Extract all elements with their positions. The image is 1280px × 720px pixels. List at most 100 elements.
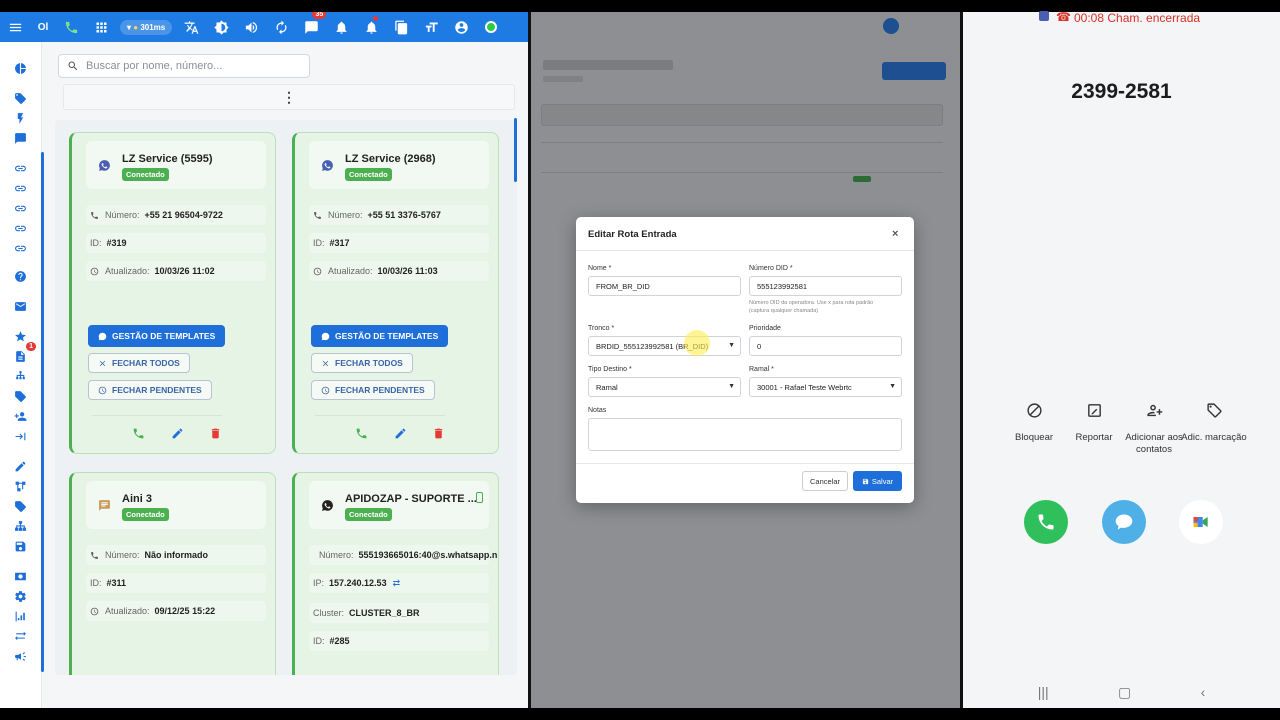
apps-grid-icon[interactable]: [86, 12, 116, 42]
chevron-down-icon: ▼: [728, 342, 735, 349]
phone-icon[interactable]: [56, 12, 86, 42]
connections-grid: LZ Service (5595) Conectado Número: +55 2…: [55, 120, 517, 675]
left-app: Ol ▾ ● 301ms 35 1 Buscar por nome, númer…: [0, 12, 528, 708]
templates-button[interactable]: GESTÃO DE TEMPLATES: [311, 325, 449, 347]
delete-icon[interactable]: [432, 427, 445, 440]
add-contact-icon: [1146, 404, 1162, 417]
search-input[interactable]: Buscar por nome, número...: [86, 60, 222, 72]
call-icon[interactable]: [132, 427, 145, 440]
link-icon[interactable]: [12, 200, 28, 216]
clock-icon: [98, 386, 107, 394]
volume-icon[interactable]: [236, 12, 266, 42]
prioridade-field[interactable]: 0: [749, 336, 902, 356]
mail-icon[interactable]: [12, 298, 28, 314]
tag-icon[interactable]: [12, 90, 28, 106]
home-icon[interactable]: ▢: [1118, 684, 1131, 701]
message-icon[interactable]: [12, 130, 28, 146]
theme-icon[interactable]: [206, 12, 236, 42]
link-icon[interactable]: [12, 220, 28, 236]
tipo-label: Tipo Destino *: [588, 366, 632, 373]
number-row: Número: +55 21 96504-9722: [86, 205, 266, 225]
call-icon[interactable]: [355, 427, 368, 440]
link-icon[interactable]: [12, 240, 28, 256]
connection-card: Aini 3 Conectado Número: Não informado ID…: [69, 472, 276, 675]
online-status-icon[interactable]: [476, 12, 506, 42]
document-icon[interactable]: 1: [12, 342, 36, 364]
close-all-button[interactable]: FECHAR TODOS: [311, 353, 413, 373]
merge-icon[interactable]: [12, 428, 28, 444]
swap-icon[interactable]: [12, 628, 28, 644]
clock-icon: [313, 267, 322, 275]
tronco-select[interactable]: BRDID_555123992581 (BR_DID) ▼: [588, 336, 741, 356]
copy-icon[interactable]: [386, 12, 416, 42]
phone-icon: [314, 211, 321, 219]
tag-icon[interactable]: [12, 388, 28, 404]
sitemap-icon[interactable]: [12, 518, 28, 534]
clock-icon: [90, 267, 99, 275]
phone-icon: [91, 551, 98, 559]
message-icon: [1115, 514, 1133, 530]
bell-icon[interactable]: [326, 12, 356, 42]
account-icon[interactable]: [446, 12, 476, 42]
id-row: ID: #319: [86, 233, 266, 253]
close-pending-button[interactable]: FECHAR PENDENTES: [311, 380, 435, 400]
search-box[interactable]: Buscar por nome, número...: [58, 54, 310, 78]
ip-row: IP: 157.240.12.53 ⇄: [309, 573, 489, 593]
templates-button[interactable]: GESTÃO DE TEMPLATES: [88, 325, 226, 347]
tag-icon[interactable]: [12, 498, 28, 514]
link-icon[interactable]: [12, 180, 28, 196]
add-tag-button[interactable]: Adic. marcação: [1179, 402, 1249, 444]
add-user-icon[interactable]: [12, 408, 28, 424]
call-button[interactable]: [1024, 500, 1068, 544]
did-field[interactable]: 555123992581: [749, 276, 902, 296]
edit-route-modal: Editar Rota Entrada × Nome * FROM_BR_DID…: [576, 217, 914, 503]
org-chart-icon[interactable]: [12, 368, 28, 384]
help-icon[interactable]: [12, 268, 28, 284]
cancel-button[interactable]: Cancelar: [802, 471, 848, 491]
text-size-icon[interactable]: [416, 12, 446, 42]
edit-icon[interactable]: [394, 427, 407, 440]
save-button[interactable]: Salvar: [853, 471, 902, 491]
bar-chart-icon[interactable]: [12, 608, 28, 624]
megaphone-icon[interactable]: [12, 648, 28, 664]
refresh-icon[interactable]: [266, 12, 296, 42]
close-all-button[interactable]: FECHAR TODOS: [88, 353, 190, 373]
flow-icon[interactable]: [12, 478, 28, 494]
nome-field[interactable]: FROM_BR_DID: [588, 276, 741, 296]
bolt-icon[interactable]: [12, 110, 28, 126]
phone-screen: ☎ 00:08 Cham. encerrada 2399-2581 Bloque…: [963, 10, 1280, 708]
ramal-select[interactable]: 30001 - Rafael Teste Webrtc ▼: [749, 377, 902, 397]
dashboard-icon[interactable]: [12, 60, 28, 76]
translate-icon[interactable]: [176, 12, 206, 42]
edit-icon[interactable]: [171, 427, 184, 440]
link-icon[interactable]: [12, 160, 28, 176]
chat-icon[interactable]: 35: [296, 12, 327, 42]
notas-textarea[interactable]: [588, 418, 902, 451]
message-button[interactable]: [1102, 500, 1146, 544]
star-icon[interactable]: [12, 328, 28, 344]
android-nav-bar: ||| ▢ ‹: [963, 684, 1280, 701]
whatsapp-icon: [319, 497, 335, 513]
alert-bell-icon[interactable]: [356, 12, 386, 42]
call-icon: [1038, 514, 1054, 530]
tipo-select[interactable]: Ramal ▼: [588, 377, 741, 397]
more-options-icon[interactable]: ⋮: [63, 84, 515, 110]
save-icon[interactable]: [12, 538, 28, 554]
recent-apps-icon[interactable]: |||: [1038, 684, 1049, 701]
close-pending-button[interactable]: FECHAR PENDENTES: [88, 380, 212, 400]
swap-icon[interactable]: ⇄: [393, 578, 401, 589]
edit-icon[interactable]: [12, 458, 28, 474]
back-icon[interactable]: ‹: [1201, 684, 1206, 701]
id-row: ID: #317: [309, 233, 489, 253]
admin-panel: Editar Rota Entrada × Nome * FROM_BR_DID…: [531, 12, 960, 708]
call-type-icon: [1039, 11, 1049, 21]
gear-icon[interactable]: [12, 588, 28, 604]
scrollbar[interactable]: [514, 118, 517, 182]
money-icon[interactable]: [12, 568, 28, 584]
whatsapp-icon: [96, 157, 112, 173]
close-icon[interactable]: ×: [892, 228, 898, 240]
delete-icon[interactable]: [209, 427, 222, 440]
status-badge: Conectado: [345, 508, 392, 521]
menu-icon[interactable]: [0, 12, 30, 42]
meet-button[interactable]: [1179, 500, 1223, 544]
